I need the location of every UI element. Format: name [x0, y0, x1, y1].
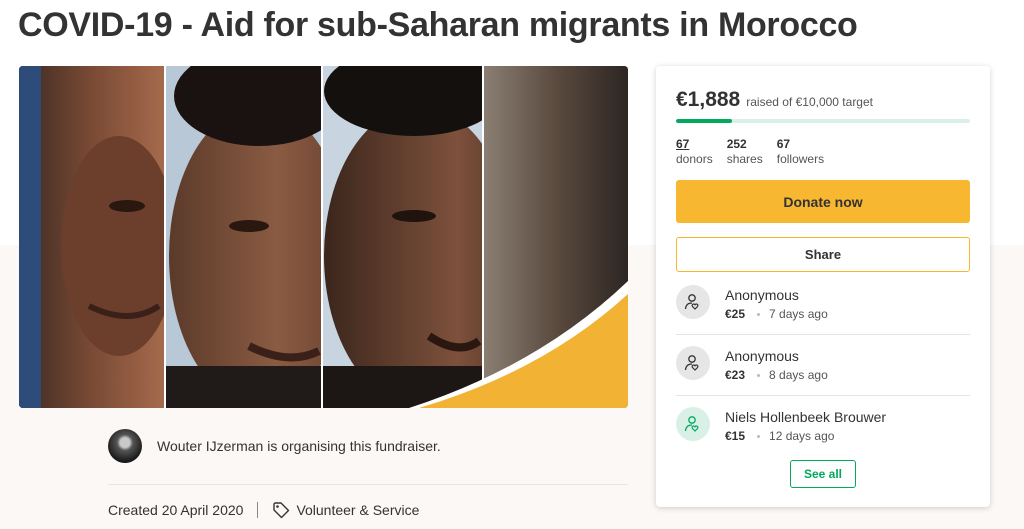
- stat-followers-value: 67: [776, 137, 791, 151]
- page-title: COVID-19 - Aid for sub-Saharan migrants …: [18, 6, 858, 44]
- progress-fill: [676, 119, 732, 123]
- donation-time: 8 days ago: [769, 368, 828, 382]
- donation-item: Anonymous €23 8 days ago: [676, 346, 970, 406]
- dot-separator: [757, 312, 761, 316]
- donation-sidebar-card: €1,888 raised of €10,000 target 67 donor…: [656, 66, 990, 507]
- donor-avatar: [676, 407, 710, 441]
- donor-heart-icon: [684, 355, 699, 371]
- divider: [676, 395, 970, 396]
- dot-separator: [757, 373, 761, 377]
- divider: [108, 484, 628, 485]
- donor-name: Anonymous: [725, 348, 799, 364]
- donation-time: 7 days ago: [769, 307, 828, 321]
- donor-heart-icon: [684, 416, 699, 432]
- target-text: raised of €10,000 target: [746, 95, 873, 109]
- donation-amount: €15: [725, 429, 746, 443]
- donor-heart-icon: [684, 294, 699, 310]
- stat-shares: 252 shares: [727, 137, 763, 167]
- organiser-row: Wouter IJzerman is organising this fundr…: [108, 429, 441, 463]
- stat-donors-value: 67: [676, 137, 690, 151]
- donor-name: Anonymous: [725, 287, 799, 303]
- donor-avatar: [676, 346, 710, 380]
- stat-shares-label: shares: [726, 152, 763, 166]
- donor-name: Niels Hollenbeek Brouwer: [725, 409, 887, 425]
- donation-details: €15 12 days ago: [725, 429, 834, 443]
- created-date: Created 20 April 2020: [108, 502, 244, 518]
- portrait-collage-image: [19, 66, 628, 408]
- stat-followers-label: followers: [776, 152, 825, 166]
- donation-details: €25 7 days ago: [725, 307, 828, 321]
- stat-followers: 67 followers: [777, 137, 824, 167]
- donation-amount: €23: [725, 368, 746, 382]
- hero-image[interactable]: [19, 66, 628, 408]
- donation-details: €23 8 days ago: [725, 368, 828, 382]
- stat-donors[interactable]: 67 donors: [676, 137, 713, 167]
- donation-amount: €25: [725, 307, 746, 321]
- donation-item: Niels Hollenbeek Brouwer €15 12 days ago: [676, 407, 970, 467]
- meta-separator: [257, 502, 259, 518]
- raised-amount: €1,888: [676, 88, 741, 111]
- organiser-avatar[interactable]: [108, 429, 142, 463]
- donation-item: Anonymous €25 7 days ago: [676, 285, 970, 345]
- stats-row: 67 donors 252 shares 67 followers: [676, 137, 824, 167]
- stat-shares-value: 252: [726, 137, 747, 151]
- share-button[interactable]: Share: [676, 237, 970, 272]
- donation-time: 12 days ago: [769, 429, 835, 443]
- donate-now-button[interactable]: Donate now: [676, 180, 970, 223]
- tag-icon: [273, 502, 290, 519]
- stat-donors-label: donors: [676, 152, 713, 166]
- category-link[interactable]: Volunteer & Service: [296, 502, 419, 518]
- divider: [676, 334, 970, 335]
- donor-avatar: [676, 285, 710, 319]
- dot-separator: [757, 434, 761, 438]
- raised-summary: €1,888 raised of €10,000 target: [676, 88, 873, 112]
- fundraiser-meta: Created 20 April 2020 Volunteer & Servic…: [108, 500, 419, 520]
- see-all-button[interactable]: See all: [790, 460, 856, 488]
- organiser-text: Wouter IJzerman is organising this fundr…: [157, 438, 441, 454]
- progress-bar: [676, 119, 970, 123]
